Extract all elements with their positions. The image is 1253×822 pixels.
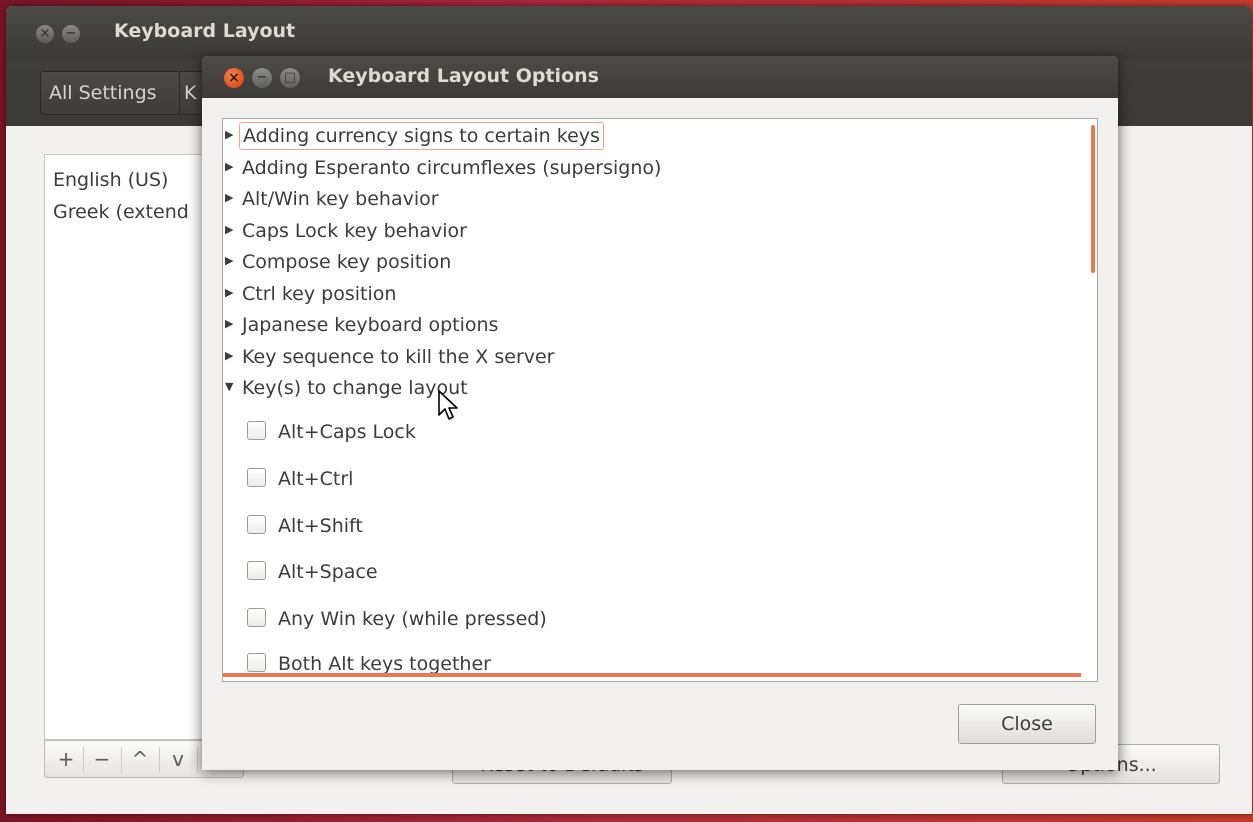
tree-item-label: Ctrl key position bbox=[242, 283, 397, 305]
dialog-title: Keyboard Layout Options bbox=[328, 65, 599, 87]
add-icon[interactable]: + bbox=[53, 745, 79, 773]
options-tree: ▶ Adding currency signs to certain keys ▶… bbox=[222, 118, 1098, 682]
minimize-icon[interactable]: − bbox=[62, 25, 80, 43]
tree-item-label: Caps Lock key behavior bbox=[242, 220, 467, 242]
expander-collapsed-icon[interactable]: ▶ bbox=[225, 152, 239, 182]
close-icon[interactable]: × bbox=[224, 68, 244, 88]
tree-item[interactable]: ▶ Caps Lock key behavior bbox=[225, 216, 470, 246]
tree-item[interactable]: ▶ Japanese keyboard options bbox=[225, 310, 501, 340]
scroll-overflow-indicator bbox=[223, 673, 1081, 677]
option-label: Alt+Shift bbox=[278, 515, 363, 537]
expander-collapsed-icon[interactable]: ▶ bbox=[225, 183, 239, 213]
expander-expanded-icon[interactable]: ▼ bbox=[225, 372, 239, 402]
keyboard-layout-options-dialog: × − □ Keyboard Layout Options ▶ Adding cu… bbox=[202, 56, 1118, 770]
toolbar-divider bbox=[121, 747, 122, 773]
close-button[interactable]: Close bbox=[958, 704, 1096, 744]
mouse-pointer-icon bbox=[438, 390, 458, 420]
window-title: Keyboard Layout bbox=[114, 20, 296, 42]
tree-item[interactable]: ▼ Key(s) to change layout bbox=[225, 373, 471, 403]
option-any-win-key[interactable]: Any Win key (while pressed) bbox=[247, 604, 547, 634]
move-up-icon[interactable]: ^ bbox=[127, 745, 153, 773]
option-label: Alt+Ctrl bbox=[278, 468, 354, 490]
option-checkbox[interactable] bbox=[247, 515, 266, 534]
option-alt-space[interactable]: Alt+Space bbox=[247, 557, 378, 587]
option-alt-ctrl[interactable]: Alt+Ctrl bbox=[247, 464, 353, 494]
maximize-icon[interactable]: □ bbox=[280, 68, 300, 88]
option-alt-shift[interactable]: Alt+Shift bbox=[247, 511, 363, 541]
tree-item[interactable]: ▶ Ctrl key position bbox=[225, 279, 399, 309]
tree-item-label: Key(s) to change layout bbox=[242, 377, 468, 399]
option-label: Alt+Space bbox=[278, 561, 378, 583]
layout-item-greek[interactable]: Greek (extend bbox=[53, 201, 189, 223]
option-label: Alt+Caps Lock bbox=[278, 421, 416, 443]
expander-collapsed-icon[interactable]: ▶ bbox=[225, 120, 239, 150]
minimize-icon[interactable]: − bbox=[252, 68, 272, 88]
expander-collapsed-icon[interactable]: ▶ bbox=[225, 309, 239, 339]
expander-collapsed-icon[interactable]: ▶ bbox=[225, 246, 239, 276]
dialog-titlebar: × − □ Keyboard Layout Options bbox=[202, 56, 1118, 98]
toolbar-divider bbox=[197, 747, 198, 773]
tree-item[interactable]: ▶ Compose key position bbox=[225, 247, 454, 277]
parent-titlebar: × − Keyboard Layout bbox=[6, 6, 1252, 60]
tree-item[interactable]: ▶ Key sequence to kill the X server bbox=[225, 342, 558, 372]
tree-item-label: Compose key position bbox=[242, 251, 452, 273]
tree-item[interactable]: ▶ Alt/Win key behavior bbox=[225, 184, 442, 214]
remove-icon[interactable]: − bbox=[89, 745, 115, 773]
expander-collapsed-icon[interactable]: ▶ bbox=[225, 215, 239, 245]
option-checkbox[interactable] bbox=[247, 653, 266, 672]
option-checkbox[interactable] bbox=[247, 421, 266, 440]
tree-item-label: Adding Esperanto circumflexes (supersign… bbox=[242, 157, 662, 179]
close-icon[interactable]: × bbox=[36, 25, 54, 43]
layout-item-english[interactable]: English (US) bbox=[53, 169, 168, 191]
option-alt-caps-lock[interactable]: Alt+Caps Lock bbox=[247, 417, 416, 447]
tree-item[interactable]: ▶ Adding Esperanto circumflexes (supersig… bbox=[225, 153, 664, 183]
option-label: Any Win key (while pressed) bbox=[278, 608, 547, 630]
tree-item-label: Key sequence to kill the X server bbox=[242, 346, 555, 368]
option-checkbox[interactable] bbox=[247, 561, 266, 580]
move-down-icon[interactable]: v bbox=[165, 745, 191, 773]
vertical-scrollbar[interactable] bbox=[1091, 125, 1095, 273]
tree-item-label: Japanese keyboard options bbox=[242, 314, 499, 336]
expander-collapsed-icon[interactable]: ▶ bbox=[225, 278, 239, 308]
option-checkbox[interactable] bbox=[247, 468, 266, 487]
option-checkbox[interactable] bbox=[247, 608, 266, 627]
toolbar-divider bbox=[83, 747, 84, 773]
toolbar-divider bbox=[159, 747, 160, 773]
expander-collapsed-icon[interactable]: ▶ bbox=[225, 341, 239, 371]
all-settings-button[interactable]: All Settings bbox=[40, 71, 180, 115]
tree-item-label: Alt/Win key behavior bbox=[242, 188, 439, 210]
tree-item-label: Adding currency signs to certain keys bbox=[239, 122, 604, 150]
tree-item[interactable]: ▶ Adding currency signs to certain keys bbox=[225, 121, 604, 151]
option-label: Both Alt keys together bbox=[278, 653, 491, 675]
